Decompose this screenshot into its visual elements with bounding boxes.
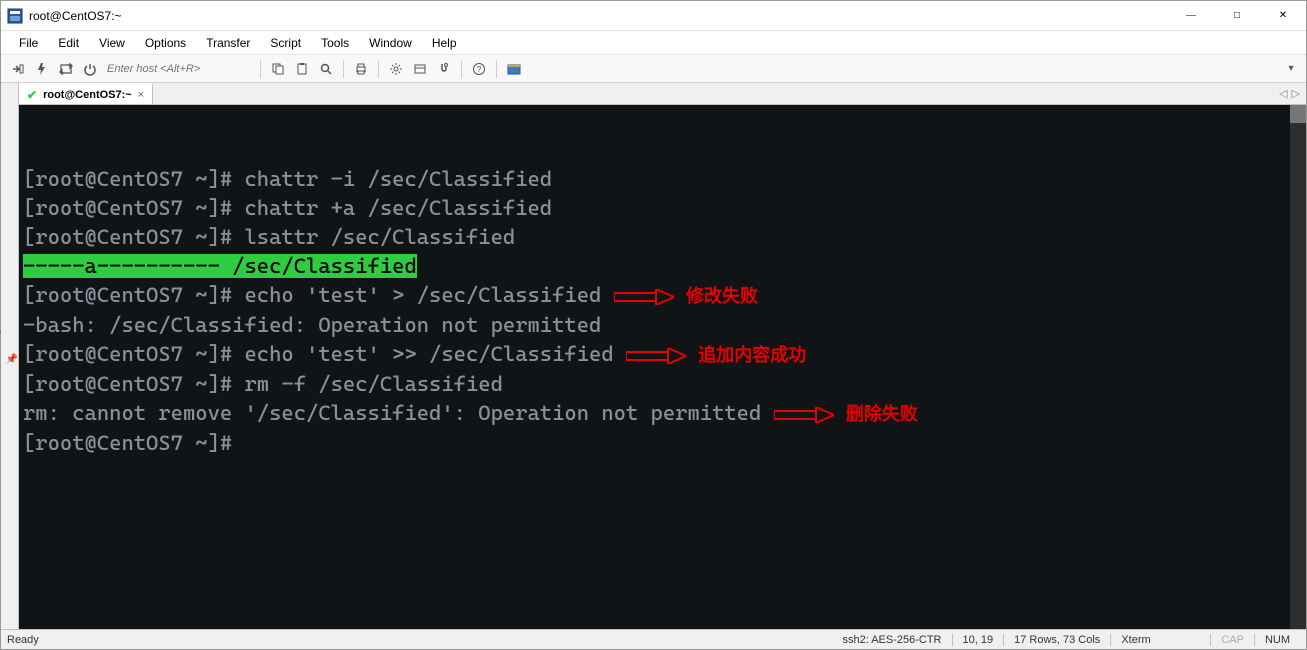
tab-prev-icon[interactable]: ◁ xyxy=(1279,87,1287,100)
toolbar-separator xyxy=(260,60,261,78)
command-text: lsattr /sec/Classified xyxy=(244,225,515,249)
status-dimensions: 17 Rows, 73 Cols xyxy=(1003,634,1110,646)
quick-connect-icon[interactable] xyxy=(31,58,53,80)
toolbar-separator xyxy=(378,60,379,78)
highlighted-output: -----a---------- /sec/Classified xyxy=(23,254,417,278)
find-icon[interactable] xyxy=(315,58,337,80)
terminal[interactable]: [root@CentOS7 ~]# chattr -i /sec/Classif… xyxy=(19,105,1306,629)
terminal-line: [root@CentOS7 ~]# echo 'test' > /sec/Cla… xyxy=(23,281,1302,311)
prompt: [root@CentOS7 ~]# xyxy=(23,196,244,220)
prompt: [root@CentOS7 ~]# xyxy=(23,342,244,366)
status-cursor-pos: 10, 19 xyxy=(952,634,1004,646)
terminal-line: [root@CentOS7 ~]# chattr -i /sec/Classif… xyxy=(23,165,1302,194)
annotation: 修改失败 xyxy=(686,286,758,306)
check-icon: ✔ xyxy=(27,88,37,102)
terminal-scrollbar[interactable] xyxy=(1290,105,1306,629)
menu-bar: File Edit View Options Transfer Script T… xyxy=(1,31,1306,55)
securefx-icon[interactable] xyxy=(503,58,525,80)
status-ready: Ready xyxy=(7,630,842,649)
annotation: 追加内容成功 xyxy=(698,345,806,365)
arrow-icon xyxy=(774,407,834,423)
tab-close-button[interactable]: × xyxy=(138,89,144,101)
settings-icon[interactable] xyxy=(385,58,407,80)
connect-icon[interactable] xyxy=(7,58,29,80)
status-bar: Ready ssh2: AES-256-CTR 10, 19 17 Rows, … xyxy=(1,629,1306,649)
menu-edit[interactable]: Edit xyxy=(50,34,87,52)
command-text: echo 'test' >> /sec/Classified xyxy=(244,342,613,366)
tab-bar: ✔ root@CentOS7:~ × ◁ ▷ xyxy=(19,83,1306,105)
terminal-line: rm: cannot remove '/sec/Classified': Ope… xyxy=(23,399,1302,429)
host-input[interactable] xyxy=(103,59,254,79)
disconnect-icon[interactable] xyxy=(79,58,101,80)
arrow-icon xyxy=(626,348,686,364)
paste-icon[interactable] xyxy=(291,58,313,80)
pin-icon[interactable]: 📌 xyxy=(6,354,18,365)
toolbar-separator xyxy=(496,60,497,78)
tab-label: root@CentOS7:~ xyxy=(43,89,132,101)
reconnect-icon[interactable] xyxy=(55,58,77,80)
window-controls: — □ ✕ xyxy=(1168,1,1306,31)
toolbar-expand-icon[interactable]: ▾ xyxy=(1282,63,1300,74)
output-text: rm: cannot remove '/sec/Classified': Ope… xyxy=(23,401,761,425)
terminal-line: [root@CentOS7 ~]# chattr +a /sec/Classif… xyxy=(23,194,1302,223)
menu-options[interactable]: Options xyxy=(137,34,194,52)
command-text: rm -f /sec/Classified xyxy=(244,372,502,396)
menu-window[interactable]: Window xyxy=(361,34,420,52)
command-text: chattr +a /sec/Classified xyxy=(244,196,552,220)
tab-nav: ◁ ▷ xyxy=(1273,83,1306,104)
menu-view[interactable]: View xyxy=(91,34,133,52)
tab-session[interactable]: ✔ root@CentOS7:~ × xyxy=(19,83,153,104)
terminal-line: [root@CentOS7 ~]# rm -f /sec/Classified xyxy=(23,370,1302,399)
session-manager-panel[interactable]: 📌 Session Manager xyxy=(1,83,19,629)
tab-next-icon[interactable]: ▷ xyxy=(1292,87,1300,100)
maximize-button[interactable]: □ xyxy=(1214,1,1260,31)
output-text: -bash: /sec/Classified: Operation not pe… xyxy=(23,313,601,337)
status-capslock: CAP xyxy=(1210,634,1254,646)
status-terminal-type: Xterm xyxy=(1110,634,1210,646)
terminal-line: [root@CentOS7 ~]# xyxy=(23,429,1302,458)
status-connection: ssh2: AES-256-CTR xyxy=(842,634,951,646)
toolbar-separator xyxy=(343,60,344,78)
menu-file[interactable]: File xyxy=(11,34,46,52)
command-text: chattr -i /sec/Classified xyxy=(244,167,552,191)
app-icon xyxy=(7,8,23,24)
close-button[interactable]: ✕ xyxy=(1260,1,1306,31)
print-icon[interactable] xyxy=(350,58,372,80)
window-title: root@CentOS7:~ xyxy=(29,9,122,23)
terminal-line: [root@CentOS7 ~]# lsattr /sec/Classified xyxy=(23,223,1302,252)
terminal-line: -bash: /sec/Classified: Operation not pe… xyxy=(23,311,1302,340)
session-options-icon[interactable] xyxy=(409,58,431,80)
toolbar-separator xyxy=(461,60,462,78)
main-area: 📌 Session Manager ✔ root@CentOS7:~ × ◁ ▷… xyxy=(1,83,1306,629)
menu-transfer[interactable]: Transfer xyxy=(198,34,258,52)
prompt: [root@CentOS7 ~]# xyxy=(23,167,244,191)
keymap-icon[interactable] xyxy=(433,58,455,80)
prompt: [root@CentOS7 ~]# xyxy=(23,283,244,307)
scrollbar-thumb[interactable] xyxy=(1290,105,1306,123)
title-bar: root@CentOS7:~ — □ ✕ xyxy=(1,1,1306,31)
terminal-column: ✔ root@CentOS7:~ × ◁ ▷ [root@CentOS7 ~]#… xyxy=(19,83,1306,629)
status-numlock: NUM xyxy=(1254,634,1300,646)
help-icon[interactable]: ? xyxy=(468,58,490,80)
menu-help[interactable]: Help xyxy=(424,34,465,52)
command-text: echo 'test' > /sec/Classified xyxy=(244,283,601,307)
menu-tools[interactable]: Tools xyxy=(313,34,357,52)
minimize-button[interactable]: — xyxy=(1168,1,1214,31)
svg-text:?: ? xyxy=(477,65,482,74)
menu-script[interactable]: Script xyxy=(262,34,309,52)
session-manager-label: Session Manager xyxy=(0,320,2,398)
terminal-line: [root@CentOS7 ~]# echo 'test' >> /sec/Cl… xyxy=(23,340,1302,370)
toolbar: ? ▾ xyxy=(1,55,1306,83)
prompt: [root@CentOS7 ~]# xyxy=(23,225,244,249)
prompt: [root@CentOS7 ~]# xyxy=(23,431,244,455)
arrow-icon xyxy=(614,289,674,305)
copy-icon[interactable] xyxy=(267,58,289,80)
annotation: 删除失败 xyxy=(846,404,918,424)
terminal-line: -----a---------- /sec/Classified xyxy=(23,252,1302,281)
prompt: [root@CentOS7 ~]# xyxy=(23,372,244,396)
